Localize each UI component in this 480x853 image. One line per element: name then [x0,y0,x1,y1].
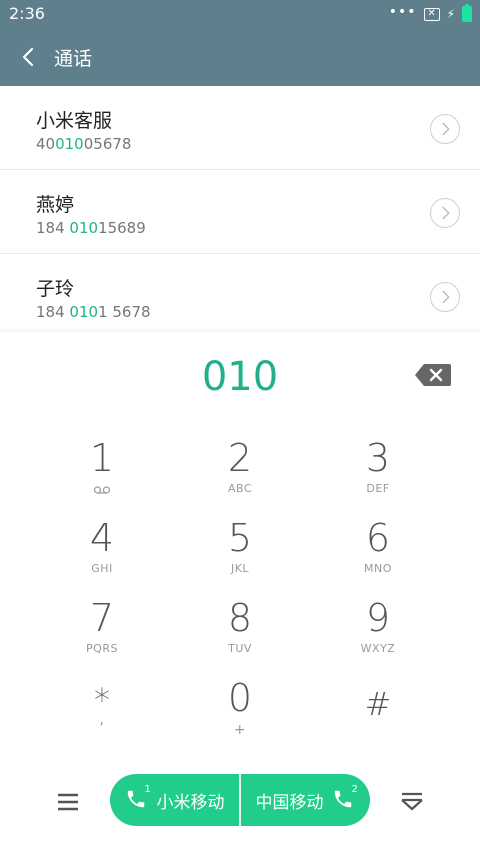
collapse-dialpad-icon[interactable] [396,788,428,816]
contact-result-item[interactable]: 燕婷 184 01015689 [0,170,480,254]
contact-name: 子玲 [36,278,75,300]
sim1-carrier-label: 小米移动 [156,792,225,813]
dual-sim-call-button: 1 小米移动 中国移动 2 [110,774,370,826]
sim2-carrier-label: 中国移动 [255,792,324,813]
status-icons: ••• ✕ ⚡ [388,4,472,23]
voicemail-icon [93,486,111,494]
dialed-number-display[interactable]: 010 [0,354,480,400]
dialpad-key-1[interactable]: 1 [42,436,162,514]
dialpad-key-2[interactable]: 2 ABC [180,436,300,514]
contact-name: 燕婷 [36,194,75,216]
status-time: 2:36 [9,4,45,23]
menu-icon[interactable] [52,790,84,814]
contact-detail-chevron-icon[interactable] [430,282,460,312]
dialpad-key-6[interactable]: 6 MNO [318,516,438,594]
status-bar: 2:36 ••• ✕ ⚡ [0,0,480,28]
contact-detail-chevron-icon[interactable] [430,114,460,144]
no-sim-icon: ✕ [423,7,440,21]
dialpad-key-4[interactable]: 4 GHI [42,516,162,594]
dialpad-key-8[interactable]: 8 TUV [180,596,300,674]
call-sim2-button[interactable]: 中国移动 2 [241,774,370,826]
dialpad-key-0[interactable]: 0 + [180,676,300,754]
contact-result-item[interactable]: 子玲 184 0101 5678 [0,254,480,338]
contact-result-item[interactable]: 小米客服 4001005678 [0,86,480,170]
dialpad-key-hash[interactable]: # [318,682,438,760]
dialpad-key-9[interactable]: 9 WXYZ [318,596,438,674]
page-title: 通话 [54,48,93,70]
app-bar: 通话 [0,28,480,86]
dialpad-key-3[interactable]: 3 DEF [318,436,438,514]
contact-name: 小米客服 [36,110,113,132]
call-button-divider [239,774,241,826]
contact-number: 184 0101 5678 [36,303,151,321]
phone-sim2-icon: 2 [332,784,358,812]
backspace-icon[interactable] [414,362,452,388]
dialpad-key-5[interactable]: 5 JKL [180,516,300,594]
dialpad-key-star[interactable]: * , [42,682,162,760]
battery-icon [462,4,472,22]
dialer-bottom-bar: 1 小米移动 中国移动 2 [0,774,480,828]
contact-number: 184 01015689 [36,219,146,237]
more-notifications-icon: ••• [388,4,417,20]
contact-results-list: 小米客服 4001005678 燕婷 184 01015689 子玲 184 0… [0,86,480,332]
dialpad-key-7[interactable]: 7 PQRS [42,596,162,674]
call-sim1-button[interactable]: 1 小米移动 [110,774,239,826]
contact-number: 4001005678 [36,135,132,153]
phone-sim1-icon: 1 [125,784,151,812]
charging-icon: ⚡ [446,7,455,21]
back-arrow-icon[interactable] [16,42,44,72]
contact-detail-chevron-icon[interactable] [430,198,460,228]
